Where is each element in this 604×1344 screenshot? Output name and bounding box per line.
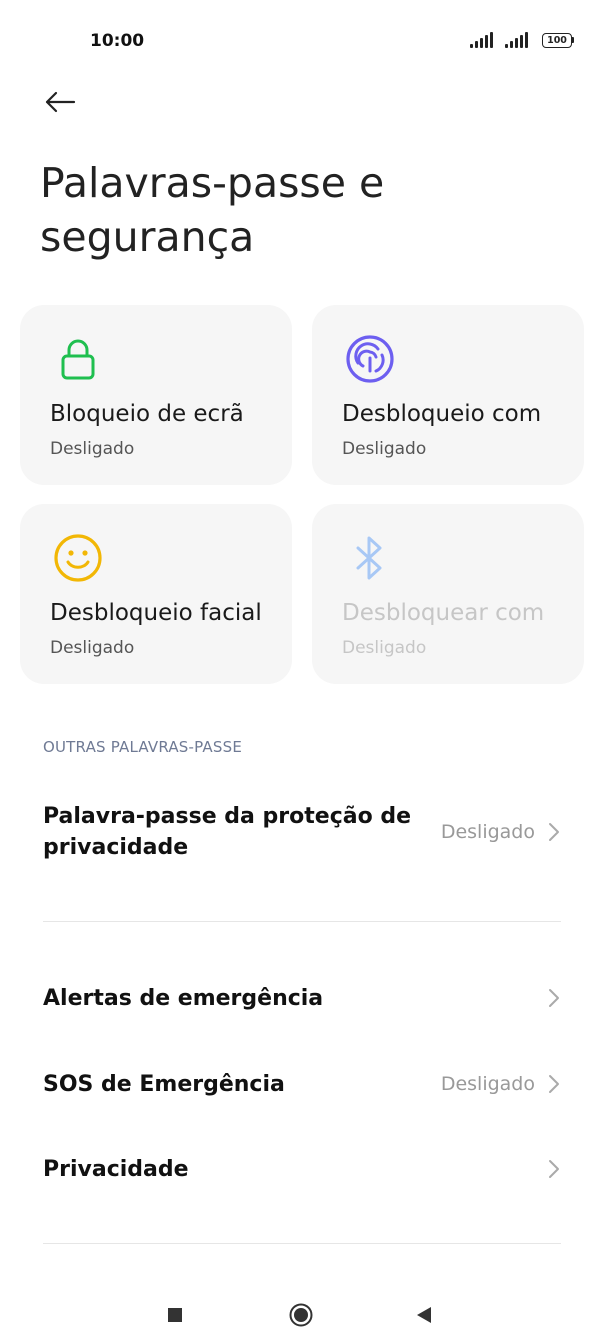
recents-square-icon [168,1308,182,1322]
back-triangle-icon [417,1307,431,1323]
tile-status: Desligado [50,638,135,658]
tile-fingerprint-unlock[interactable]: Desbloqueio com Desligado [312,305,584,485]
tile-status: Desligado [342,439,427,459]
tile-bluetooth-unlock: Desbloquear com Desligado [312,504,584,684]
tile-screen-lock[interactable]: Bloqueio de ecrã Desligado [20,305,292,485]
tile-title: Bloqueio de ecrã [50,401,244,427]
home-circle-icon [289,1303,313,1327]
back-button[interactable] [36,82,84,122]
tile-status: Desligado [342,638,427,658]
section-header: OUTRAS PALAVRAS-PASSE [43,738,243,756]
fingerprint-icon [342,331,398,387]
page-title: Palavras-passe e segurança [40,159,385,261]
smiley-face-icon [50,530,106,586]
battery-icon: 100 [542,32,574,48]
row-value: Desligado [440,1073,535,1095]
lock-icon [50,331,106,387]
tile-status: Desligado [50,439,135,459]
row-privacy-protection-password[interactable]: Palavra-passe da proteção de privacidade… [43,800,563,864]
tile-face-unlock[interactable]: Desbloqueio facial Desligado [20,504,292,684]
row-emergency-alerts[interactable]: Alertas de emergência [43,980,563,1016]
chevron-right-icon [545,1157,563,1181]
arrow-left-icon [45,91,76,113]
divider [43,1243,561,1244]
row-label: Palavra-passe da proteção de privacidade [43,804,412,860]
tile-title: Desbloquear com [342,600,545,626]
home-button[interactable] [286,1300,316,1330]
recents-button[interactable] [160,1300,190,1330]
row-value: Desligado [440,821,535,843]
navigation-bar [0,1282,604,1344]
chevron-right-icon [545,986,563,1010]
status-icons: 100 [470,32,574,48]
signal-icon [470,32,493,48]
bluetooth-icon [342,530,398,586]
status-bar: 10:00 100 [0,0,604,86]
row-label: Alertas de emergência [43,985,324,1011]
row-label: SOS de Emergência [43,1071,285,1097]
row-label: Privacidade [43,1156,189,1182]
row-emergency-sos[interactable]: SOS de Emergência Desligado [43,1066,563,1102]
status-time: 10:00 [90,31,145,51]
tile-title: Desbloqueio com [342,401,542,427]
signal-icon [505,32,528,48]
row-privacy[interactable]: Privacidade [43,1151,563,1187]
nav-back-button[interactable] [409,1300,439,1330]
chevron-right-icon [545,1072,563,1096]
chevron-right-icon [545,820,563,844]
divider [43,921,561,922]
battery-level: 100 [542,32,572,48]
tile-title: Desbloqueio facial [50,600,262,626]
